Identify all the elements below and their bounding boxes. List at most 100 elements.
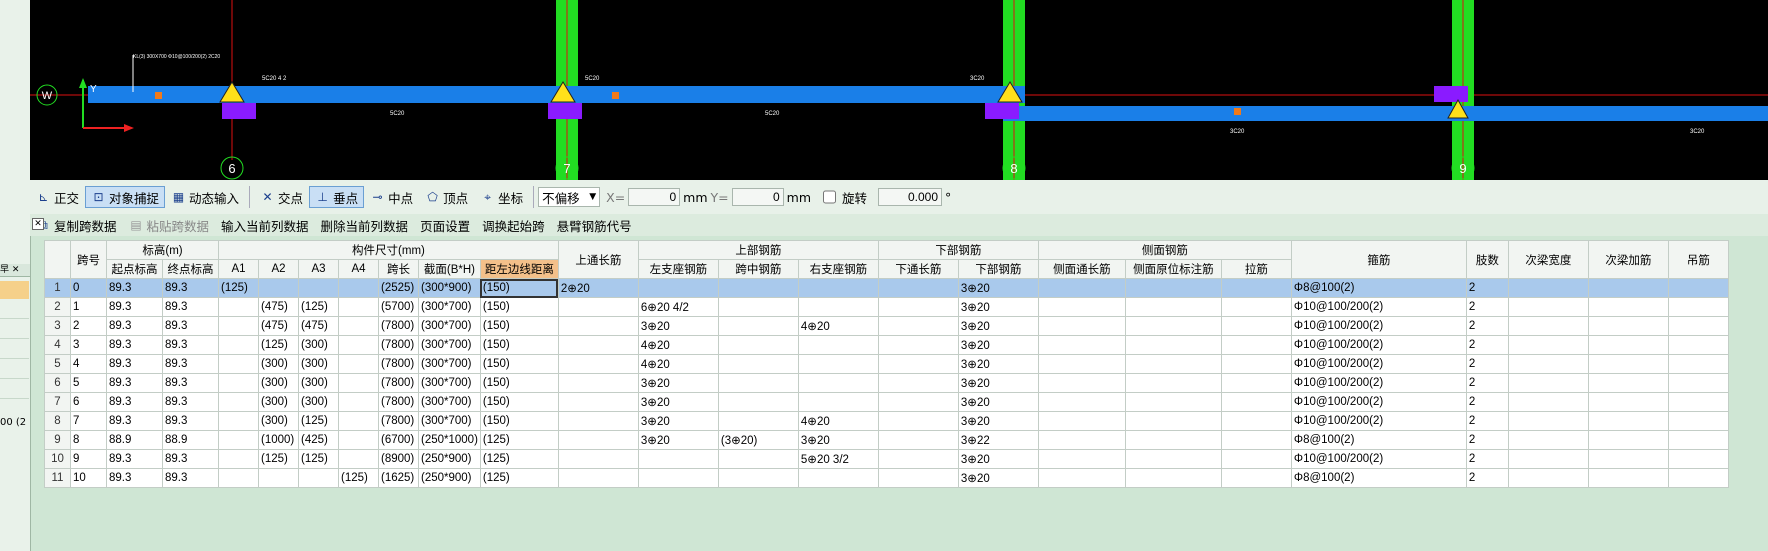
table-cell[interactable]: (300*700) (418, 354, 481, 374)
support-8[interactable] (985, 103, 1019, 119)
table-cell[interactable]: Φ10@100/200(2) (1290, 449, 1467, 469)
table-cell[interactable] (1587, 335, 1669, 355)
cad-drawing[interactable]: Y KL(3) 300X700 Φ10@100/200(2) 2C20 W 6 … (30, 0, 1768, 180)
table-cell[interactable]: (300) (258, 392, 299, 412)
table-cell[interactable]: 2 (1465, 335, 1509, 355)
table-cell[interactable] (1667, 278, 1729, 298)
table-cell[interactable] (797, 468, 879, 488)
table-cell[interactable] (1220, 392, 1292, 412)
rotate-checkbox[interactable] (823, 188, 836, 206)
table-cell[interactable] (637, 468, 719, 488)
table-cell[interactable] (1507, 316, 1589, 336)
orthogonal-button[interactable]: ⊾ 正交 (30, 186, 85, 208)
table-cell[interactable] (1220, 278, 1292, 298)
table-cell[interactable] (1587, 278, 1669, 298)
table-cell[interactable]: 2⊕20 (557, 278, 639, 298)
table-cell[interactable]: (3⊕20) (717, 430, 799, 450)
table-cell[interactable]: (300*900) (418, 278, 481, 298)
table-cell[interactable]: (5700) (378, 297, 419, 317)
table-row[interactable]: 3 2 89.3 89.3 (475) (475) (7800) (300*700) (150)… (44, 316, 1729, 336)
table-cell[interactable]: (125) (218, 278, 259, 298)
table-cell[interactable] (218, 392, 259, 412)
table-cell[interactable] (877, 449, 959, 469)
table-cell[interactable]: (425) (298, 430, 339, 450)
table-cell[interactable] (1037, 468, 1126, 488)
x-input[interactable] (628, 188, 681, 206)
table-cell[interactable] (1220, 354, 1292, 374)
table-cell[interactable] (1587, 430, 1669, 450)
input-column-data-button[interactable]: 输入当前列数据 (215, 216, 315, 235)
table-row[interactable]: 11 10 89.3 89.3 (125) (1625) (250*900) (125) 3⊕2… (44, 468, 1729, 488)
table-cell[interactable] (1220, 335, 1292, 355)
table-cell[interactable] (1667, 316, 1729, 336)
table-row[interactable]: 2 1 89.3 89.3 (475) (125) (5700) (300*700) (150)… (44, 297, 1729, 317)
table-cell[interactable]: (7800) (378, 411, 419, 431)
table-cell[interactable] (1587, 373, 1669, 393)
table-cell[interactable]: (7800) (378, 316, 419, 336)
table-cell[interactable] (1124, 392, 1222, 412)
table-cell[interactable] (877, 316, 959, 336)
table-cell[interactable]: (150) (479, 354, 559, 374)
table-cell[interactable]: 89.3 (162, 468, 219, 488)
table-cell[interactable]: 3⊕22 (957, 430, 1039, 450)
table-cell[interactable] (1037, 373, 1126, 393)
table-cell[interactable]: (475) (258, 316, 299, 336)
table-cell[interactable]: 4 (70, 354, 107, 374)
table-cell[interactable]: 89.3 (162, 316, 219, 336)
offset-select[interactable]: 不偏移 ▼ (538, 187, 601, 207)
table-cell[interactable]: (150) (479, 278, 559, 298)
table-row[interactable]: 7 6 89.3 89.3 (300) (300) (7800) (300*700) (150)… (44, 392, 1729, 412)
table-cell[interactable] (557, 449, 639, 469)
table-cell[interactable] (1037, 430, 1126, 450)
table-cell[interactable]: 5⊕20 3/2 (797, 449, 879, 469)
table-cell[interactable]: Φ10@100/200(2) (1290, 297, 1467, 317)
table-cell[interactable]: 10 (70, 468, 107, 488)
table-cell[interactable]: 8 (70, 430, 107, 450)
table-cell[interactable]: (150) (479, 335, 559, 355)
table-cell[interactable]: 89.3 (162, 278, 219, 298)
table-cell[interactable]: (300) (298, 392, 339, 412)
table-cell[interactable] (1220, 316, 1292, 336)
table-cell[interactable] (557, 411, 639, 431)
table-cell[interactable] (797, 354, 879, 374)
table-cell[interactable] (717, 278, 799, 298)
table-cell[interactable]: 89.3 (162, 449, 219, 469)
table-cell[interactable] (338, 430, 379, 450)
table-cell[interactable] (1037, 411, 1126, 431)
table-cell[interactable] (1220, 430, 1292, 450)
support-9[interactable] (1434, 86, 1468, 102)
table-cell[interactable] (877, 468, 959, 488)
rotate-input[interactable] (878, 188, 943, 206)
table-cell[interactable] (1667, 373, 1729, 393)
table-cell[interactable]: Φ10@100/200(2) (1290, 335, 1467, 355)
table-cell[interactable]: (150) (479, 411, 559, 431)
table-cell[interactable]: 89.3 (106, 335, 163, 355)
table-cell[interactable] (1587, 354, 1669, 374)
table-cell[interactable]: (250*900) (418, 468, 481, 488)
table-cell[interactable]: Φ8@100(2) (1290, 430, 1467, 450)
table-cell[interactable]: 89.3 (162, 392, 219, 412)
cad-canvas[interactable]: Y KL(3) 300X700 Φ10@100/200(2) 2C20 W 6 … (30, 0, 1768, 180)
coordinate-button[interactable]: ⌖ 坐标 (474, 186, 529, 208)
table-cell[interactable]: 3⊕20 (957, 411, 1039, 431)
table-cell[interactable] (298, 278, 339, 298)
table-cell[interactable] (1124, 297, 1222, 317)
table-cell[interactable]: 3⊕20 (957, 373, 1039, 393)
table-cell[interactable]: 2 (1465, 468, 1509, 488)
table-cell[interactable] (1124, 354, 1222, 374)
table-cell[interactable] (717, 297, 799, 317)
table-cell[interactable]: 88.9 (106, 430, 163, 450)
table-cell[interactable] (557, 335, 639, 355)
table-cell[interactable]: Φ10@100/200(2) (1290, 316, 1467, 336)
table-cell[interactable] (338, 316, 379, 336)
table-cell[interactable] (338, 392, 379, 412)
table-cell[interactable] (797, 297, 879, 317)
table-cell[interactable]: (250*1000) (418, 430, 481, 450)
table-cell[interactable] (557, 354, 639, 374)
table-cell[interactable]: 89.3 (162, 373, 219, 393)
midpoint-button[interactable]: ⊸ 中点 (364, 186, 419, 208)
swap-start-span-button[interactable]: 调换起始跨 (476, 216, 551, 235)
table-cell[interactable]: (150) (479, 316, 559, 336)
table-cell[interactable] (1507, 411, 1589, 431)
table-cell[interactable]: Φ10@100/200(2) (1290, 411, 1467, 431)
